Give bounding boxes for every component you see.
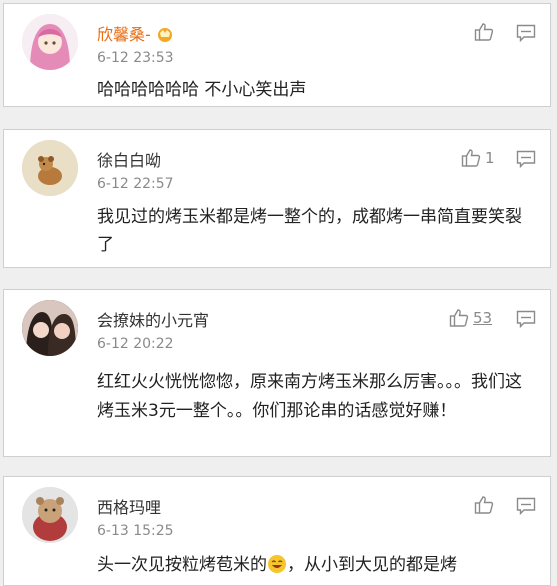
timestamp: 6-12 20:22 [97, 336, 174, 352]
avatar[interactable] [22, 487, 78, 543]
comment-text: 我见过的烤玉米都是烤一整个的，成都烤一串简直要笑裂了 [97, 207, 522, 255]
timestamp: 6-12 22:57 [97, 176, 174, 192]
timestamp: 6-12 23:53 [97, 50, 174, 66]
avatar[interactable] [22, 300, 78, 356]
comment-text-part: 头一次见按粒烤苞米的 [97, 555, 267, 575]
reply-button[interactable] [516, 24, 536, 42]
username[interactable]: 会撩妹的小元宵 [97, 307, 209, 331]
comment-icon [516, 310, 536, 328]
reply-button[interactable] [516, 150, 536, 168]
thumbs-up-icon [474, 22, 494, 42]
comment-card: 西格玛哩 6-13 15:25 头一次见按粒烤苞米的 ，从小到大见的都是烤 [3, 476, 551, 586]
username[interactable]: 欣馨桑- [97, 21, 174, 45]
like-button[interactable] [474, 495, 494, 515]
username[interactable]: 徐白白呦 [97, 147, 161, 171]
comment-text: 头一次见按粒烤苞米的 ，从小到大见的都是烤 [97, 551, 536, 579]
comment-card: 徐白白呦 6-12 22:57 我见过的烤玉米都是烤一整个的，成都烤一串简直要笑… [3, 129, 551, 268]
avatar[interactable] [22, 14, 78, 70]
comment-card: 会撩妹的小元宵 6-12 20:22 红红火火恍恍惚惚，原来南方烤玉米那么厉害。… [3, 289, 551, 457]
thumbs-up-icon [474, 495, 494, 515]
thumbs-up-icon [449, 308, 469, 328]
comment-card: 欣馨桑- 6-12 23:53 哈哈哈哈哈哈 不小心笑出声 [3, 3, 551, 107]
thumbs-up-icon [461, 148, 481, 168]
crown-badge-icon [156, 26, 174, 42]
username[interactable]: 西格玛哩 [97, 494, 161, 518]
reply-button[interactable] [516, 497, 536, 515]
like-button[interactable]: 1 [461, 148, 495, 168]
reply-button[interactable] [516, 310, 536, 328]
comment-text: 红红火火恍恍惚惚，原来南方烤玉米那么厉害。。。我们这烤玉米3元一整个。。你们那论… [97, 372, 522, 421]
like-count: 1 [485, 149, 495, 167]
timestamp: 6-13 15:25 [97, 523, 174, 539]
laughing-emoji-icon [267, 554, 287, 574]
comment-icon [516, 150, 536, 168]
like-button[interactable] [474, 22, 494, 42]
comment-text-part: ，从小到大见的都是烤 [287, 555, 457, 575]
comment-icon [516, 24, 536, 42]
avatar[interactable] [22, 140, 78, 196]
like-button[interactable]: 53 [449, 308, 492, 328]
comment-icon [516, 497, 536, 515]
comment-text: 哈哈哈哈哈哈 不小心笑出声 [97, 80, 307, 100]
like-count: 53 [473, 309, 493, 327]
